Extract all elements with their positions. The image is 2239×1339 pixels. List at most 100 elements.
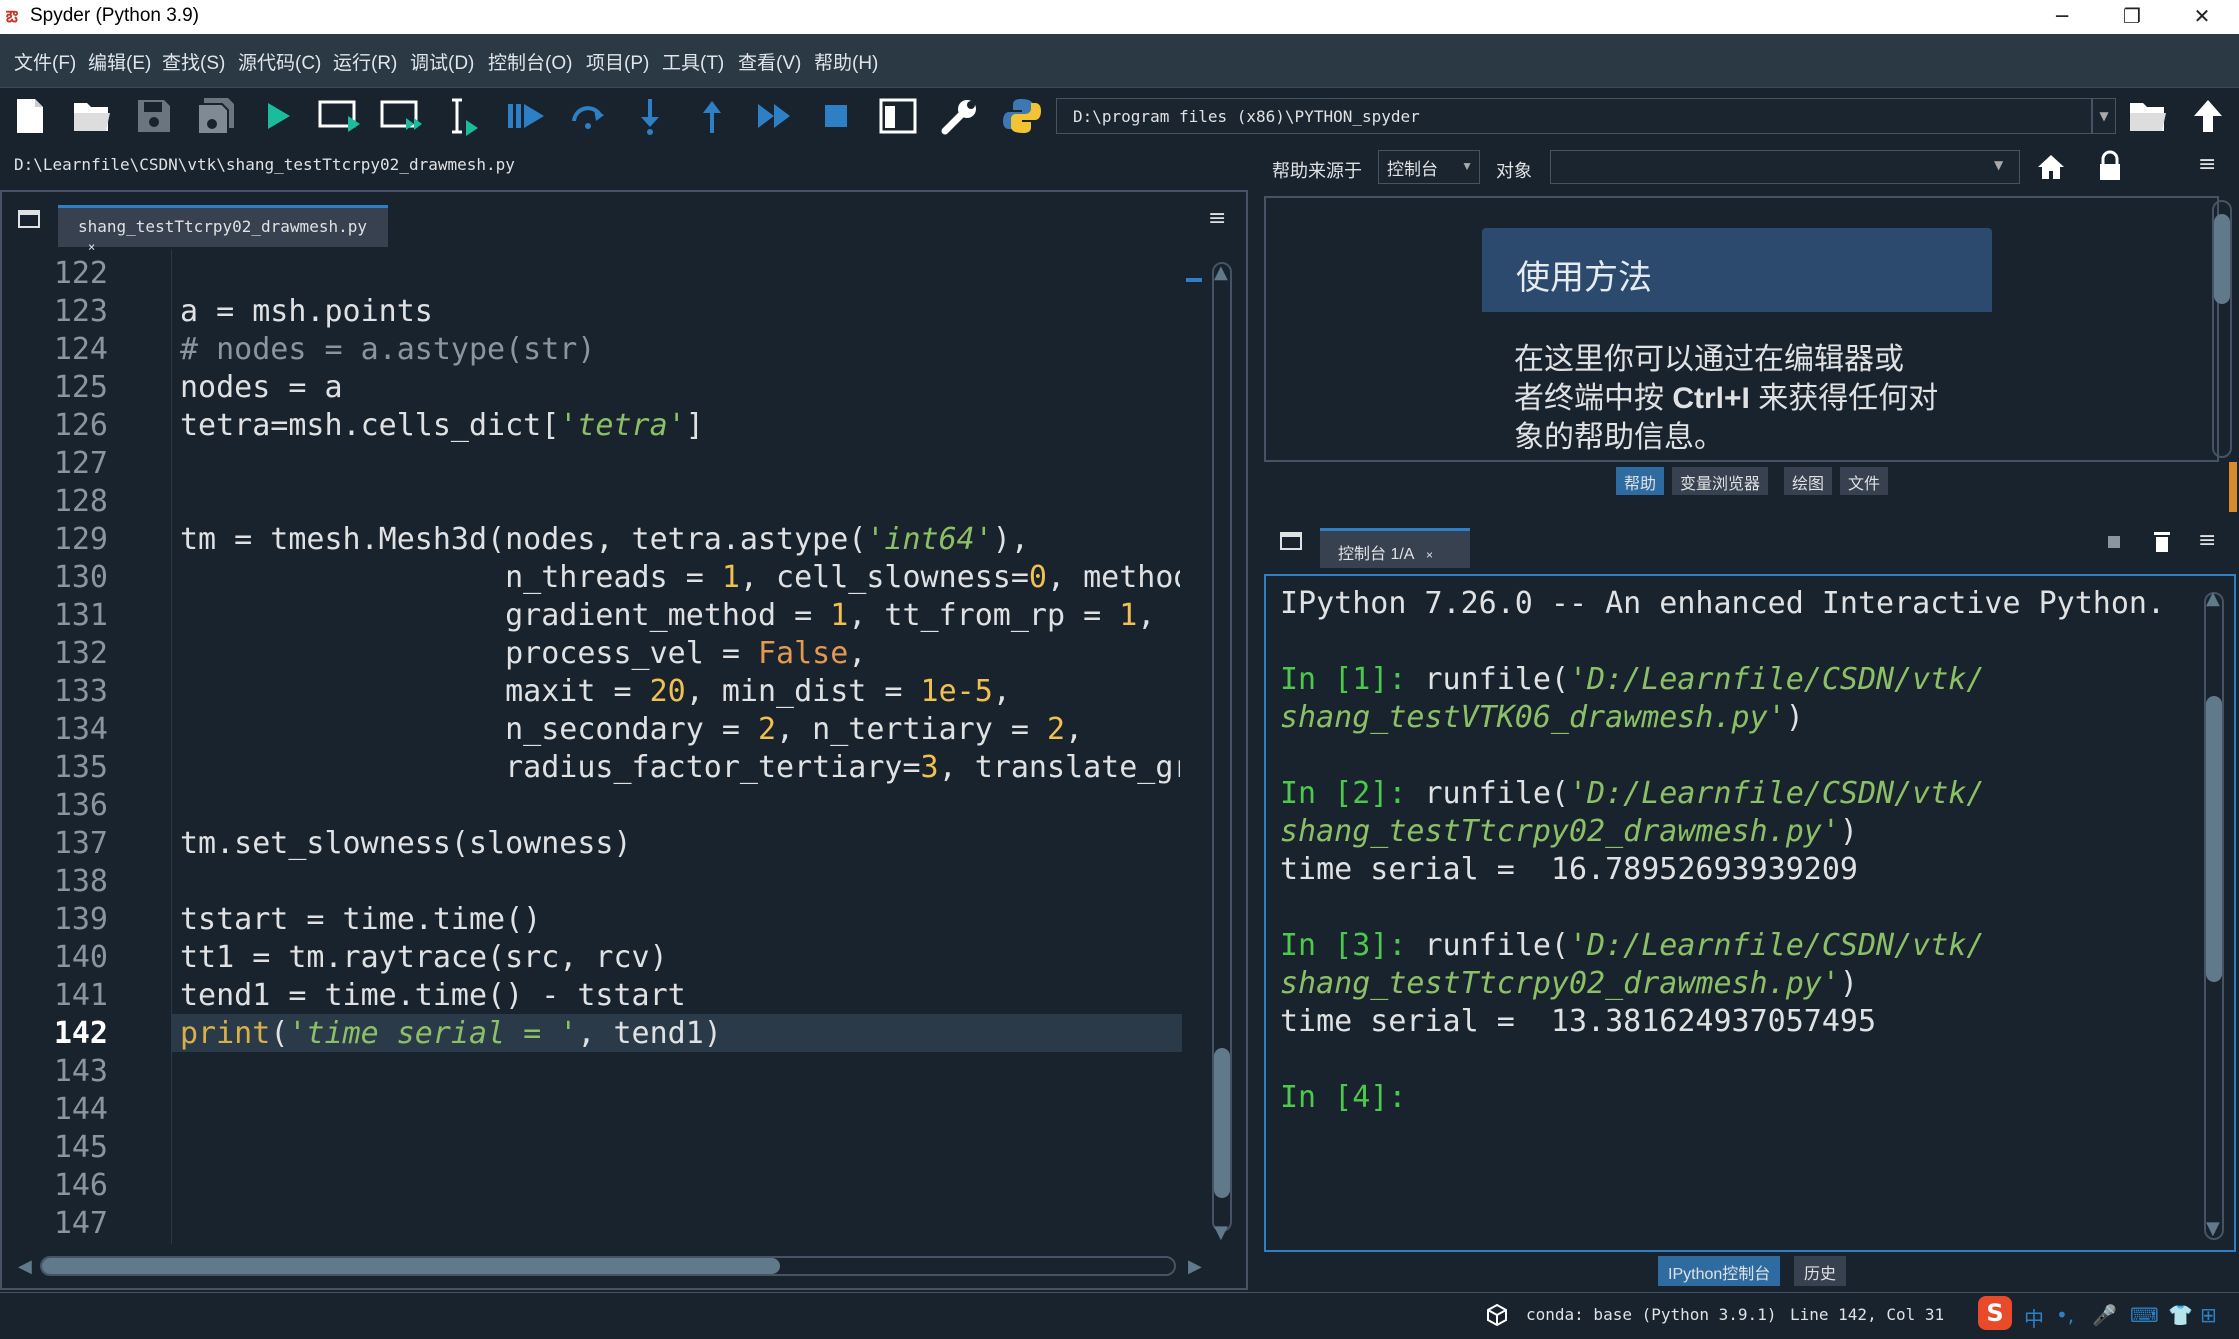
debug-file-icon[interactable] <box>502 92 550 140</box>
step-into-icon[interactable] <box>626 92 674 140</box>
run-cell-icon[interactable] <box>316 92 364 140</box>
scroll-left-arrow-icon[interactable]: ◀ <box>18 1256 32 1277</box>
editor-horizontal-scroll-thumb[interactable] <box>42 1258 780 1274</box>
line-number: 127 <box>53 446 108 481</box>
menu-find[interactable]: 查找(S) <box>162 48 225 75</box>
tab-ipython-console[interactable]: IPython控制台 <box>1658 1256 1781 1286</box>
splitter-handle[interactable] <box>2229 462 2237 512</box>
help-scroll-thumb[interactable] <box>2214 214 2230 304</box>
undock-console-icon[interactable] <box>1280 532 1302 550</box>
interrupt-kernel-icon[interactable] <box>2108 536 2120 548</box>
open-file-icon[interactable] <box>68 92 116 140</box>
help-options-menu-icon[interactable]: ≡ <box>2198 152 2216 177</box>
code-line: print('time serial = ', tend1) <box>180 1016 722 1051</box>
step-over-icon[interactable] <box>564 92 612 140</box>
working-directory-input[interactable]: D:\program files (x86)\PYTHON_spyder <box>1056 98 2092 134</box>
input-prompt: In [2]: <box>1280 776 1407 811</box>
scroll-up-arrow-icon[interactable]: ▲ <box>1214 262 1228 283</box>
undock-pane-icon[interactable] <box>18 210 40 228</box>
help-card-title: 使用方法 <box>1482 228 1992 312</box>
line-number: 147 <box>53 1206 108 1241</box>
step-return-icon[interactable] <box>688 92 736 140</box>
run-selection-icon[interactable] <box>440 92 488 140</box>
preferences-wrench-icon[interactable] <box>936 92 984 140</box>
save-icon[interactable] <box>130 92 178 140</box>
scroll-down-arrow-icon[interactable]: ▼ <box>1214 1222 1228 1243</box>
console-input-line: shang_testTtcrpy02_drawmesh.py') <box>1280 814 1858 849</box>
console-input-line: shang_testTtcrpy02_drawmesh.py') <box>1280 966 1858 1001</box>
scroll-position-marker <box>1186 278 1202 282</box>
console-scroll-up-icon[interactable]: ▲ <box>2206 588 2220 609</box>
help-source-combo[interactable]: 控制台 ▼ <box>1378 150 1480 184</box>
help-object-dropdown-icon[interactable]: ▼ <box>1994 158 2003 172</box>
save-all-icon[interactable] <box>192 92 240 140</box>
python-path-manager-icon[interactable] <box>998 92 1046 140</box>
maximize-pane-icon[interactable] <box>874 92 922 140</box>
console-tab-close-icon[interactable]: × <box>1426 548 1433 562</box>
ime-keyboard-icon[interactable]: ⌨ <box>2130 1303 2159 1327</box>
ime-skin-icon[interactable]: 👕 <box>2168 1303 2193 1327</box>
ime-punctuation-icon[interactable]: •, <box>2056 1303 2074 1327</box>
working-directory-dropdown-icon[interactable]: ▼ <box>2092 98 2116 134</box>
menu-consoles[interactable]: 控制台(O) <box>488 48 572 75</box>
tab-variable-explorer[interactable]: 变量浏览器 <box>1672 467 1769 495</box>
continue-icon[interactable] <box>750 92 798 140</box>
code-line: process_vel = False, <box>180 636 867 671</box>
browse-working-dir-icon[interactable] <box>2124 92 2172 140</box>
line-number: 140 <box>53 940 108 975</box>
sogou-ime-icon[interactable]: S <box>1978 1296 2012 1330</box>
menu-edit[interactable]: 编辑(E) <box>88 48 151 75</box>
menu-run[interactable]: 运行(R) <box>333 48 397 75</box>
line-number: 135 <box>53 750 108 785</box>
code-line: tm.set_slowness(slowness) <box>180 826 632 861</box>
code-line: nodes = a <box>180 370 343 405</box>
clear-console-icon[interactable] <box>2152 530 2172 558</box>
restore-icon[interactable]: ❐ <box>2098 0 2166 34</box>
run-cell-advance-icon[interactable] <box>378 92 426 140</box>
menu-view[interactable]: 查看(V) <box>738 48 801 75</box>
input-prompt: In [4]: <box>1280 1080 1407 1115</box>
status-conda-env: conda: base (Python 3.9.1) <box>1526 1305 1777 1324</box>
menu-projects[interactable]: 项目(P) <box>586 48 649 75</box>
lock-icon[interactable] <box>2096 150 2124 186</box>
menu-file[interactable]: 文件(F) <box>14 48 76 75</box>
tab-plots[interactable]: 绘图 <box>1784 467 1833 495</box>
ime-tools-icon[interactable]: ⊞ <box>2200 1303 2217 1327</box>
tab-help[interactable]: 帮助 <box>1616 467 1665 495</box>
line-number: 125 <box>53 370 108 405</box>
new-file-icon[interactable] <box>6 92 54 140</box>
run-file-icon[interactable] <box>254 92 302 140</box>
home-icon[interactable] <box>2036 152 2066 186</box>
ime-language-icon[interactable]: 中 <box>2024 1303 2044 1332</box>
current-line-number: 142 <box>53 1016 108 1051</box>
code-line: n_threads = 1, cell_slowness=0, method= <box>180 560 1180 595</box>
line-number-gutter: 122 123 124 125 126 127 128 129 130 131 … <box>4 250 172 1244</box>
parent-directory-icon[interactable] <box>2184 92 2232 140</box>
menu-tools[interactable]: 工具(T) <box>662 48 724 75</box>
console-tab[interactable]: 控制台 1/A × <box>1320 528 1470 568</box>
tab-history[interactable]: 历史 <box>1794 1256 1847 1286</box>
menu-debug[interactable]: 调试(D) <box>410 48 474 75</box>
help-source-label: 帮助来源于 <box>1272 161 1362 181</box>
stop-debug-icon[interactable] <box>812 92 860 140</box>
tab-files[interactable]: 文件 <box>1840 467 1889 495</box>
input-prompt: In [1]: <box>1280 662 1407 697</box>
console-tab-label: 控制台 1/A <box>1338 546 1414 563</box>
console-scroll-thumb[interactable] <box>2206 696 2222 982</box>
console-scroll-down-icon[interactable]: ▼ <box>2206 1218 2220 1239</box>
menu-help[interactable]: 帮助(H) <box>814 48 878 75</box>
console-current-prompt[interactable]: In [4]: <box>1280 1080 1406 1115</box>
menu-source[interactable]: 源代码(C) <box>238 48 321 75</box>
editor-tab[interactable]: shang_testTtcrpy02_drawmesh.py × <box>58 205 388 254</box>
minimize-icon[interactable]: ─ <box>2028 0 2096 34</box>
scroll-right-arrow-icon[interactable]: ▶ <box>1188 1256 1202 1277</box>
line-number: 133 <box>53 674 108 709</box>
console-output-line: time serial = 13.381624937057495 <box>1280 1004 1877 1039</box>
close-window-icon[interactable]: ✕ <box>2168 0 2236 34</box>
ime-voice-icon[interactable]: 🎤 <box>2092 1303 2117 1327</box>
input-prompt: In [3]: <box>1280 928 1407 963</box>
editor-vertical-scroll-thumb[interactable] <box>1214 1048 1230 1198</box>
help-object-input[interactable] <box>1550 150 2020 184</box>
console-options-menu-icon[interactable]: ≡ <box>2198 528 2216 553</box>
editor-options-menu-icon[interactable]: ≡ <box>1208 206 1226 231</box>
